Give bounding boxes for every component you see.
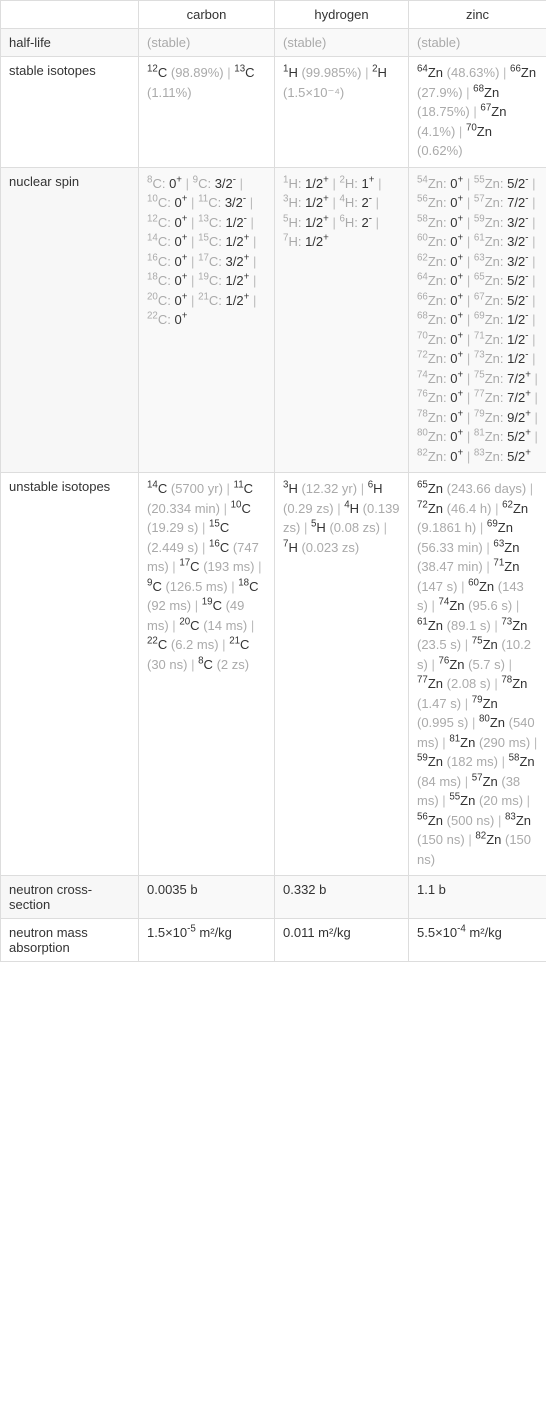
cell-nma-z: 5.5×10-4 m²/kg xyxy=(409,919,546,962)
row-nuclear-spin: nuclear spin 8C: 0+ | 9C: 3/2- | 10C: 0+… xyxy=(1,167,546,473)
header-blank xyxy=(1,1,139,29)
cell-stable-z: 64Zn (48.63%) | 66Zn (27.9%) | 68Zn (18.… xyxy=(409,57,546,168)
cell-spin-h: 1H: 1/2+ | 2H: 1+ | 3H: 1/2+ | 4H: 2- | … xyxy=(275,167,409,473)
cell-half-life-h: (stable) xyxy=(275,29,409,57)
cell-spin-c: 8C: 0+ | 9C: 3/2- | 10C: 0+ | 11C: 3/2- … xyxy=(139,167,275,473)
header-carbon: carbon xyxy=(139,1,275,29)
cell-unstable-h: 3H (12.32 yr) | 6H (0.29 zs) | 4H (0.139… xyxy=(275,473,409,876)
row-neutron-mass-absorption: neutron mass absorption 1.5×10-5 m²/kg 0… xyxy=(1,919,546,962)
cell-ncs-h: 0.332 b xyxy=(275,876,409,919)
cell-ncs-z: 1.1 b xyxy=(409,876,546,919)
row-neutron-cross-section: neutron cross-section 0.0035 b 0.332 b 1… xyxy=(1,876,546,919)
header-hydrogen: hydrogen xyxy=(275,1,409,29)
header-zinc: zinc xyxy=(409,1,546,29)
cell-half-life-z: (stable) xyxy=(409,29,546,57)
cell-stable-h: 1H (99.985%) | 2H (1.5×10⁻⁴) xyxy=(275,57,409,168)
label-half-life: half-life xyxy=(1,29,139,57)
row-unstable-isotopes: unstable isotopes 14C (5700 yr) | 11C (2… xyxy=(1,473,546,876)
label-unstable-isotopes: unstable isotopes xyxy=(1,473,139,876)
label-neutron-mass-absorption: neutron mass absorption xyxy=(1,919,139,962)
row-half-life: half-life (stable) (stable) (stable) xyxy=(1,29,546,57)
header-row: carbon hydrogen zinc xyxy=(1,1,546,29)
cell-nma-h: 0.011 m²/kg xyxy=(275,919,409,962)
cell-spin-z: 54Zn: 0+ | 55Zn: 5/2- | 56Zn: 0+ | 57Zn:… xyxy=(409,167,546,473)
cell-ncs-c: 0.0035 b xyxy=(139,876,275,919)
comparison-table: carbon hydrogen zinc half-life (stable) … xyxy=(0,0,546,962)
cell-stable-c: 12C (98.89%) | 13C (1.11%) xyxy=(139,57,275,168)
label-nuclear-spin: nuclear spin xyxy=(1,167,139,473)
cell-unstable-z: 65Zn (243.66 days) | 72Zn (46.4 h) | 62Z… xyxy=(409,473,546,876)
cell-nma-c: 1.5×10-5 m²/kg xyxy=(139,919,275,962)
label-neutron-cross-section: neutron cross-section xyxy=(1,876,139,919)
label-stable-isotopes: stable isotopes xyxy=(1,57,139,168)
row-stable-isotopes: stable isotopes 12C (98.89%) | 13C (1.11… xyxy=(1,57,546,168)
cell-unstable-c: 14C (5700 yr) | 11C (20.334 min) | 10C (… xyxy=(139,473,275,876)
cell-half-life-c: (stable) xyxy=(139,29,275,57)
